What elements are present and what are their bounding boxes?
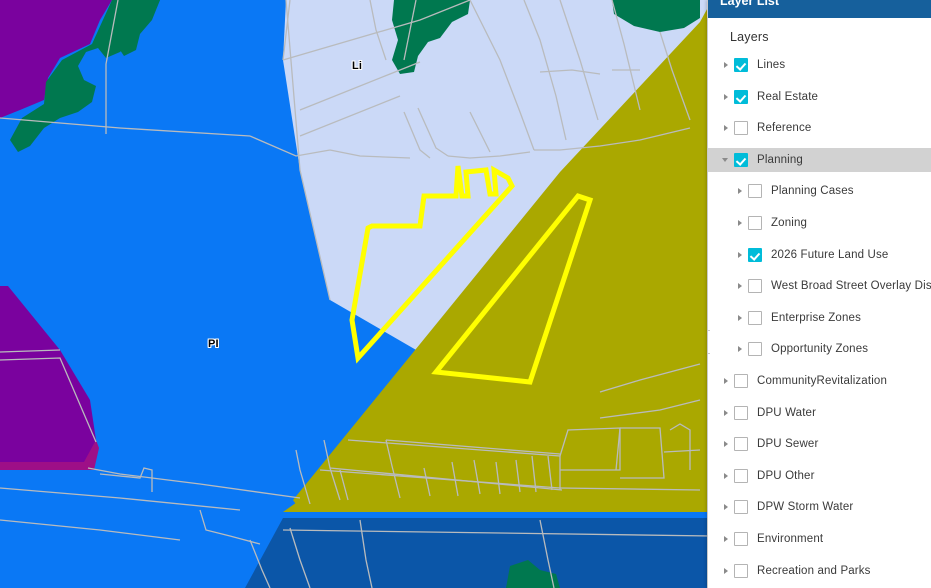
chevron-right-icon[interactable] — [736, 217, 746, 229]
map-label-li: Li — [352, 60, 362, 72]
layer-visibility-checkbox[interactable] — [748, 311, 762, 325]
chevron-right-icon[interactable] — [722, 438, 732, 450]
chevron-right-icon[interactable] — [722, 470, 732, 482]
layer-label: Real Estate — [757, 91, 818, 103]
layer-row[interactable]: Zoning — [708, 211, 931, 235]
chevron-right-icon[interactable] — [722, 533, 732, 545]
layer-label: DPU Other — [757, 470, 815, 482]
map-application: Li PI Layer List Layers Lines Real Estate… — [0, 0, 931, 588]
layer-list-panel: Layer List Layers Lines Real Estate Refere… — [707, 0, 931, 588]
map-region-olive-lower — [283, 500, 712, 512]
layer-label: Reference — [757, 122, 811, 134]
layer-visibility-checkbox[interactable] — [734, 500, 748, 514]
layer-label: West Broad Street Overlay District — [771, 280, 931, 292]
layer-visibility-checkbox[interactable] — [748, 248, 762, 262]
layer-label: Lines — [757, 59, 785, 71]
layer-visibility-checkbox[interactable] — [734, 153, 748, 167]
layer-visibility-checkbox[interactable] — [734, 90, 748, 104]
layer-label: DPU Water — [757, 407, 816, 419]
layer-label: Environment — [757, 533, 823, 545]
chevron-right-icon[interactable] — [722, 375, 732, 387]
panel-title: Layer List — [720, 0, 779, 7]
layer-row[interactable]: Environment — [708, 527, 931, 551]
layer-row[interactable]: Enterprise Zones — [708, 306, 931, 330]
layer-visibility-checkbox[interactable] — [748, 216, 762, 230]
layer-list: Lines Real Estate Reference Planning Plannin… — [708, 53, 931, 583]
layer-label: Planning Cases — [771, 185, 854, 197]
layer-row[interactable]: Real Estate — [708, 85, 931, 109]
chevron-right-icon[interactable] — [736, 249, 746, 261]
layer-label: Opportunity Zones — [771, 343, 868, 355]
layer-label: Zoning — [771, 217, 807, 229]
chevron-right-icon[interactable] — [722, 407, 732, 419]
layer-row[interactable]: DPW Storm Water — [708, 495, 931, 519]
layer-visibility-checkbox[interactable] — [734, 406, 748, 420]
chevron-right-icon[interactable] — [722, 91, 732, 103]
layer-row[interactable]: DPU Other — [708, 464, 931, 488]
layer-visibility-checkbox[interactable] — [748, 342, 762, 356]
chevron-right-icon[interactable] — [722, 501, 732, 513]
chevron-right-icon[interactable] — [722, 565, 732, 577]
layer-visibility-checkbox[interactable] — [734, 121, 748, 135]
layer-row[interactable]: Reference — [708, 116, 931, 140]
layer-row[interactable]: Lines — [708, 53, 931, 77]
layer-row[interactable]: DPU Sewer — [708, 432, 931, 456]
layer-label: Recreation and Parks — [757, 565, 871, 577]
layers-section-title: Layers — [708, 18, 931, 53]
layer-label: DPW Storm Water — [757, 501, 853, 513]
layer-visibility-checkbox[interactable] — [734, 437, 748, 451]
layer-visibility-checkbox[interactable] — [734, 564, 748, 578]
layer-list-body: Layers Lines Real Estate Reference Planning… — [708, 18, 931, 588]
layer-visibility-checkbox[interactable] — [734, 58, 748, 72]
chevron-right-icon[interactable] — [722, 59, 732, 71]
chevron-down-icon[interactable] — [722, 154, 732, 166]
layer-visibility-checkbox[interactable] — [734, 374, 748, 388]
map-label-pi: PI — [208, 338, 219, 350]
layer-label: Planning — [757, 154, 803, 166]
layer-label: CommunityRevitalization — [757, 375, 887, 387]
layer-row[interactable]: West Broad Street Overlay District — [708, 274, 931, 298]
chevron-right-icon[interactable] — [736, 185, 746, 197]
map-region-dark-blue — [245, 518, 712, 588]
layer-label: Enterprise Zones — [771, 312, 861, 324]
layer-row[interactable]: Planning Cases — [708, 179, 931, 203]
layer-row[interactable]: 2026 Future Land Use — [708, 243, 931, 267]
chevron-right-icon[interactable] — [736, 312, 746, 324]
layer-label: 2026 Future Land Use — [771, 249, 888, 261]
layer-visibility-checkbox[interactable] — [734, 469, 748, 483]
chevron-right-icon[interactable] — [722, 122, 732, 134]
chevron-right-icon[interactable] — [736, 280, 746, 292]
layer-row[interactable]: Opportunity Zones — [708, 337, 931, 361]
layer-visibility-checkbox[interactable] — [748, 279, 762, 293]
layer-row[interactable]: CommunityRevitalization — [708, 369, 931, 393]
layer-row[interactable]: Planning — [708, 148, 931, 172]
layer-row[interactable]: Recreation and Parks — [708, 559, 931, 583]
layer-row[interactable]: DPU Water — [708, 401, 931, 425]
layer-visibility-checkbox[interactable] — [748, 184, 762, 198]
layer-visibility-checkbox[interactable] — [734, 532, 748, 546]
layer-label: DPU Sewer — [757, 438, 818, 450]
chevron-right-icon[interactable] — [736, 343, 746, 355]
panel-title-bar: Layer List — [708, 0, 931, 18]
